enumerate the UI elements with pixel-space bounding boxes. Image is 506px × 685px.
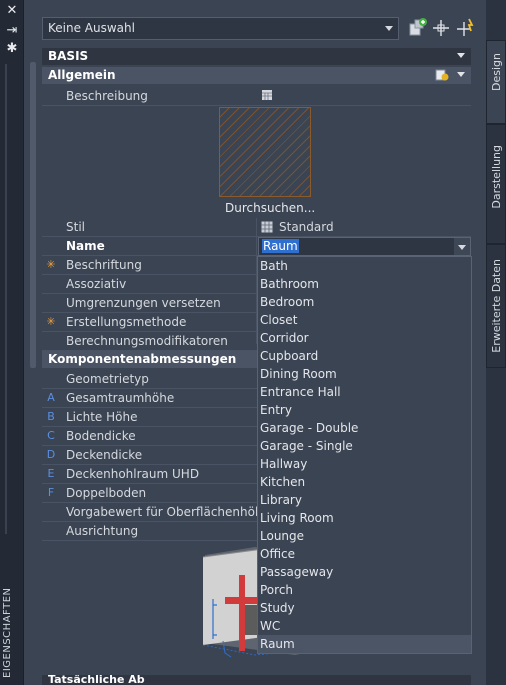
prop-label: Geometrietyp — [66, 372, 149, 386]
chevron-down-icon[interactable] — [454, 238, 470, 255]
prop-label: Deckenhohlraum UHD — [66, 467, 200, 481]
prop-label: Beschreibung — [66, 89, 148, 103]
name-option[interactable]: Bathroom — [258, 275, 471, 293]
select-objects-icon[interactable] — [430, 17, 452, 39]
dimension-marker — [42, 275, 60, 294]
name-option[interactable]: Porch — [258, 581, 471, 599]
section-basis[interactable]: BASIS — [42, 48, 471, 65]
selection-dropdown[interactable]: Keine Auswahl — [42, 17, 399, 40]
browse-button[interactable]: Durchsuchen... — [225, 201, 315, 215]
dimension-marker: B — [47, 410, 55, 423]
palette-title-strip: ✕ ⇥ ✱ EIGENSCHAFTEN — [0, 0, 24, 685]
dimension-marker — [42, 522, 60, 541]
name-option[interactable]: Cupboard — [258, 347, 471, 365]
prop-label: Bodendicke — [66, 429, 136, 443]
prop-label: Name — [66, 239, 105, 253]
name-option[interactable]: Entry — [258, 401, 471, 419]
prop-label: Erstellungsmethode — [66, 315, 187, 329]
prop-label: Beschriftung — [66, 258, 142, 272]
collapse-icon — [457, 72, 465, 77]
style-preview-image — [219, 107, 311, 197]
chevron-down-icon — [385, 26, 393, 31]
prop-label: Vorgabewert für Oberflächenhöhe — [66, 505, 270, 519]
prop-label: Deckendicke — [66, 448, 143, 462]
name-option[interactable]: Corridor — [258, 329, 471, 347]
name-option[interactable]: Bath — [258, 257, 471, 275]
dimension-marker — [42, 370, 60, 389]
dimension-marker: A — [47, 391, 55, 404]
required-marker-icon: ✳ — [46, 258, 56, 271]
tab-design[interactable]: Design — [486, 40, 506, 124]
palette-grip[interactable] — [5, 64, 19, 534]
name-combobox[interactable]: Raum — [258, 237, 471, 256]
prop-beschreibung[interactable]: Beschreibung — [42, 87, 471, 106]
tab-label: Erweiterte Daten — [490, 259, 503, 353]
name-option[interactable]: Kitchen — [258, 473, 471, 491]
palette-title: EIGENSCHAFTEN — [2, 587, 13, 679]
auto-hide-icon[interactable]: ⇥ — [4, 24, 20, 38]
description-editor-icon[interactable] — [261, 89, 273, 101]
name-option[interactable]: Lounge — [258, 527, 471, 545]
section-clipped-title: Tatsächliche Ab — [48, 673, 145, 685]
name-option[interactable]: Library — [258, 491, 471, 509]
prop-label: Umgrenzungen versetzen — [66, 296, 221, 310]
prop-label: Stil — [66, 220, 85, 234]
name-option[interactable]: Closet — [258, 311, 471, 329]
dimension-marker: C — [47, 429, 55, 442]
name-option[interactable]: Garage - Single — [258, 437, 471, 455]
quick-select-icon[interactable] — [455, 17, 477, 39]
section-komponenten-title: Komponentenabmessungen — [48, 352, 237, 366]
dimension-marker — [42, 294, 60, 313]
style-grid-icon — [261, 221, 273, 233]
section-basis-title: BASIS — [48, 49, 89, 63]
prop-label: Berechnungsmodifikatoren — [66, 334, 228, 348]
dimension-marker — [42, 503, 60, 522]
name-option[interactable]: Living Room — [258, 509, 471, 527]
prop-label: Ausrichtung — [66, 524, 139, 538]
panel-scrollbar[interactable] — [30, 62, 36, 368]
name-options-list[interactable]: Bath Bathroom Bedroom Closet Corridor Cupboar… — [257, 256, 472, 654]
quick-properties-icon[interactable] — [435, 68, 449, 82]
name-input-value[interactable]: Raum — [262, 239, 299, 253]
section-allgemein-title: Allgemein — [48, 68, 116, 82]
selection-value: Keine Auswahl — [48, 21, 135, 35]
name-option[interactable]: Passageway — [258, 563, 471, 581]
dimension-marker: E — [47, 467, 55, 480]
tab-label: Darstellung — [490, 145, 503, 209]
prop-value: Standard — [279, 220, 334, 234]
prop-label: Assoziativ — [66, 277, 127, 291]
properties-options-icon[interactable]: ✱ — [4, 42, 20, 56]
collapse-icon — [457, 53, 465, 58]
name-option[interactable]: Bedroom — [258, 293, 471, 311]
tab-label: Design — [490, 53, 503, 91]
name-option[interactable]: Hallway — [258, 455, 471, 473]
prop-label: Gesamtraumhöhe — [66, 391, 175, 405]
prop-label: Lichte Höhe — [66, 410, 138, 424]
dimension-marker: F — [47, 486, 55, 499]
add-selection-icon[interactable] — [407, 17, 429, 39]
tab-darstellung[interactable]: Darstellung — [486, 124, 506, 244]
name-option[interactable]: Garage - Double — [258, 419, 471, 437]
name-option[interactable]: Entrance Hall — [258, 383, 471, 401]
dimension-marker — [42, 332, 60, 351]
name-option[interactable]: Dining Room — [258, 365, 471, 383]
prop-label: Doppelboden — [66, 486, 147, 500]
section-allgemein[interactable]: Allgemein — [42, 67, 471, 84]
close-icon[interactable]: ✕ — [4, 4, 20, 18]
required-marker-icon: ✳ — [46, 315, 56, 328]
section-clipped[interactable]: Tatsächliche Ab — [42, 673, 471, 685]
name-option[interactable]: Raum — [258, 635, 471, 653]
dimension-marker: D — [46, 448, 56, 461]
tab-erweiterte-daten[interactable]: Erweiterte Daten — [486, 244, 506, 368]
name-option[interactable]: Study — [258, 599, 471, 617]
name-option[interactable]: WC — [258, 617, 471, 635]
name-option[interactable]: Office — [258, 545, 471, 563]
